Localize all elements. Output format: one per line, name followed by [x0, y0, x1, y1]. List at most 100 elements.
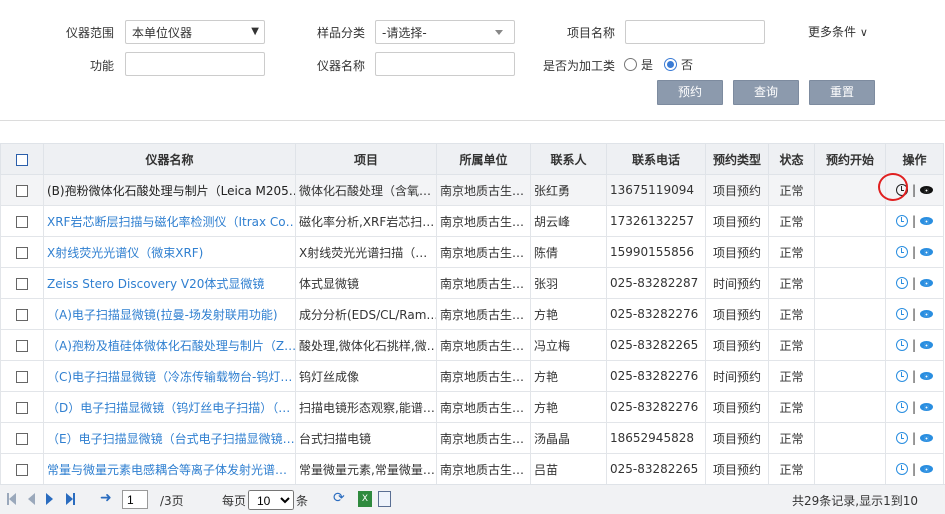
clock-icon[interactable]: [895, 463, 908, 475]
clock-icon[interactable]: [895, 277, 908, 289]
first-page-button[interactable]: [7, 493, 16, 507]
row-checkbox-cell[interactable]: [0, 267, 44, 299]
table-row[interactable]: (B)孢粉微体化石酸处理与制片（Leica M205… 微体化石酸处理（含氧… 南京…: [0, 174, 944, 206]
row-checkbox-cell[interactable]: [0, 236, 44, 268]
project-name-input[interactable]: [625, 20, 765, 44]
row-checkbox[interactable]: [16, 184, 28, 197]
instrument-name-link[interactable]: （D）电子扫描显微镜（钨灯丝电子扫描）（…: [47, 401, 290, 415]
eye-icon[interactable]: [920, 248, 934, 256]
row-checkbox-cell[interactable]: [0, 453, 44, 485]
instrument-name-cell: X射线荧光光谱仪（微束XRF): [43, 236, 296, 268]
table-row[interactable]: （A)孢粉及植硅体微体化石酸处理与制片（Z… 酸处理,微体化石挑样,微… 南京地质古…: [0, 329, 944, 361]
excel-export-icon[interactable]: X: [358, 491, 372, 507]
filter-panel: 仪器范围 本单位仪器 ▼ 样品分类 -请选择- 项目名称 更多条件 ∨ 功能 仪…: [0, 0, 945, 121]
row-checkbox-cell[interactable]: [0, 360, 44, 392]
row-checkbox[interactable]: [16, 463, 28, 476]
project-cell: 成分分析(EDS/CL/Ram…: [295, 298, 437, 330]
row-checkbox[interactable]: [16, 215, 28, 228]
clock-icon[interactable]: [895, 215, 908, 227]
per-page-select[interactable]: 10: [248, 490, 294, 510]
table-row[interactable]: XRF岩芯断层扫描与磁化率检测仪（Itrax Co… 磁化率分析,XRF岩芯扫… 南…: [0, 205, 944, 237]
clock-icon[interactable]: [895, 432, 908, 444]
instrument-name-link[interactable]: （E）电子扫描显微镜（台式电子扫描显微镜…: [47, 432, 295, 446]
eye-icon[interactable]: [920, 217, 934, 225]
next-page-button[interactable]: [46, 493, 53, 508]
instrument-name-link[interactable]: （C)电子扫描显微镜（冷冻传输载物台-钨灯…: [47, 370, 292, 384]
instrument-name-cell: （A)孢粉及植硅体微体化石酸处理与制片（Z…: [43, 329, 296, 361]
sample-category-select[interactable]: -请选择-: [375, 20, 515, 44]
eye-icon[interactable]: [920, 279, 934, 287]
document-icon[interactable]: [378, 491, 391, 507]
eye-icon[interactable]: [920, 403, 934, 411]
radio-no[interactable]: 否: [664, 56, 693, 73]
instrument-name[interactable]: (B)孢粉微体化石酸处理与制片（Leica M205…: [43, 174, 296, 206]
table-row[interactable]: Zeiss Stero Discovery V20体式显微镜 体式显微镜 南京地质古…: [0, 267, 944, 299]
instrument-name-link[interactable]: X射线荧光光谱仪（微束XRF): [47, 246, 203, 260]
row-checkbox-cell[interactable]: [0, 205, 44, 237]
clock-icon[interactable]: [895, 401, 908, 413]
table-row[interactable]: （A)电子扫描显微镜(拉曼-场发射联用功能) 成分分析(EDS/CL/Ram… 南京…: [0, 298, 944, 330]
eye-icon[interactable]: [920, 186, 934, 194]
table-row[interactable]: （C)电子扫描显微镜（冷冻传输载物台-钨灯… 钨灯丝成像 南京地质古生… 方艳 025-…: [0, 360, 944, 392]
clock-icon[interactable]: [895, 246, 908, 258]
eye-icon[interactable]: [920, 465, 934, 473]
radio-no-label: 否: [681, 58, 694, 72]
unit-cell: 南京地质古生…: [436, 298, 531, 330]
actions-cell: |: [885, 329, 944, 361]
row-checkbox[interactable]: [16, 308, 28, 321]
function-field[interactable]: [132, 56, 258, 72]
instrument-name-input[interactable]: [375, 52, 515, 76]
function-input[interactable]: [125, 52, 265, 76]
radio-no-circle[interactable]: [664, 58, 677, 71]
instrument-name-link[interactable]: Zeiss Stero Discovery V20体式显微镜: [47, 277, 264, 291]
clock-icon[interactable]: [895, 370, 908, 382]
instrument-name-link[interactable]: （A)孢粉及植硅体微体化石酸处理与制片（Z…: [47, 339, 295, 353]
row-checkbox-cell[interactable]: [0, 422, 44, 454]
table-row[interactable]: （E）电子扫描显微镜（台式电子扫描显微镜… 台式扫描电镜 南京地质古生… 汤晶晶 186…: [0, 422, 944, 454]
table-row[interactable]: 常量与微量元素电感耦合等离子体发射光谱… 常量微量元素,常量微量… 南京地质古生… 吕…: [0, 453, 944, 485]
project-name-field[interactable]: [632, 24, 758, 40]
status-cell: 正常: [768, 453, 815, 485]
last-page-button[interactable]: [66, 493, 75, 507]
row-checkbox[interactable]: [16, 401, 28, 414]
more-conditions-toggle[interactable]: 更多条件 ∨: [808, 23, 868, 40]
row-checkbox-cell[interactable]: [0, 174, 44, 206]
row-checkbox[interactable]: [16, 339, 28, 352]
row-checkbox-cell[interactable]: [0, 329, 44, 361]
radio-yes[interactable]: 是: [624, 56, 653, 73]
current-page-input[interactable]: [122, 490, 148, 509]
eye-icon[interactable]: [920, 310, 934, 318]
refresh-icon[interactable]: ⟳: [333, 490, 345, 506]
instrument-scope-select[interactable]: 本单位仪器 ▼: [125, 20, 265, 44]
start-cell: [814, 205, 886, 237]
row-checkbox-cell[interactable]: [0, 298, 44, 330]
row-checkbox-cell[interactable]: [0, 391, 44, 423]
project-cell: 台式扫描电镜: [295, 422, 437, 454]
select-all-checkbox[interactable]: [16, 153, 28, 166]
type-cell: 项目预约: [705, 422, 769, 454]
row-checkbox[interactable]: [16, 370, 28, 383]
instrument-name-field[interactable]: [382, 56, 508, 72]
select-all-cell[interactable]: [0, 143, 44, 175]
row-checkbox[interactable]: [16, 246, 28, 259]
row-checkbox[interactable]: [16, 277, 28, 290]
eye-icon[interactable]: [920, 434, 934, 442]
clock-icon[interactable]: [895, 184, 908, 196]
table-row[interactable]: （D）电子扫描显微镜（钨灯丝电子扫描）（… 扫描电镜形态观察,能谱… 南京地质古生……: [0, 391, 944, 423]
instrument-name-link[interactable]: 常量与微量元素电感耦合等离子体发射光谱…: [47, 463, 287, 477]
clock-icon[interactable]: [895, 308, 908, 320]
status-cell: 正常: [768, 236, 815, 268]
eye-icon[interactable]: [920, 372, 934, 380]
query-button[interactable]: 查询: [733, 80, 799, 105]
radio-yes-circle[interactable]: [624, 58, 637, 71]
instrument-name-link[interactable]: XRF岩芯断层扫描与磁化率检测仪（Itrax Co…: [47, 215, 295, 229]
reset-button[interactable]: 重置: [809, 80, 875, 105]
table-row[interactable]: X射线荧光光谱仪（微束XRF) X射线荧光光谱扫描（… 南京地质古生… 陈倩 15990…: [0, 236, 944, 268]
go-page-arrow-icon[interactable]: ➜: [100, 490, 112, 506]
clock-icon[interactable]: [895, 339, 908, 351]
instrument-name-link[interactable]: （A)电子扫描显微镜(拉曼-场发射联用功能): [47, 308, 278, 322]
eye-icon[interactable]: [920, 341, 934, 349]
prev-page-button[interactable]: [28, 493, 35, 508]
row-checkbox[interactable]: [16, 432, 28, 445]
reserve-button[interactable]: 预约: [657, 80, 723, 105]
